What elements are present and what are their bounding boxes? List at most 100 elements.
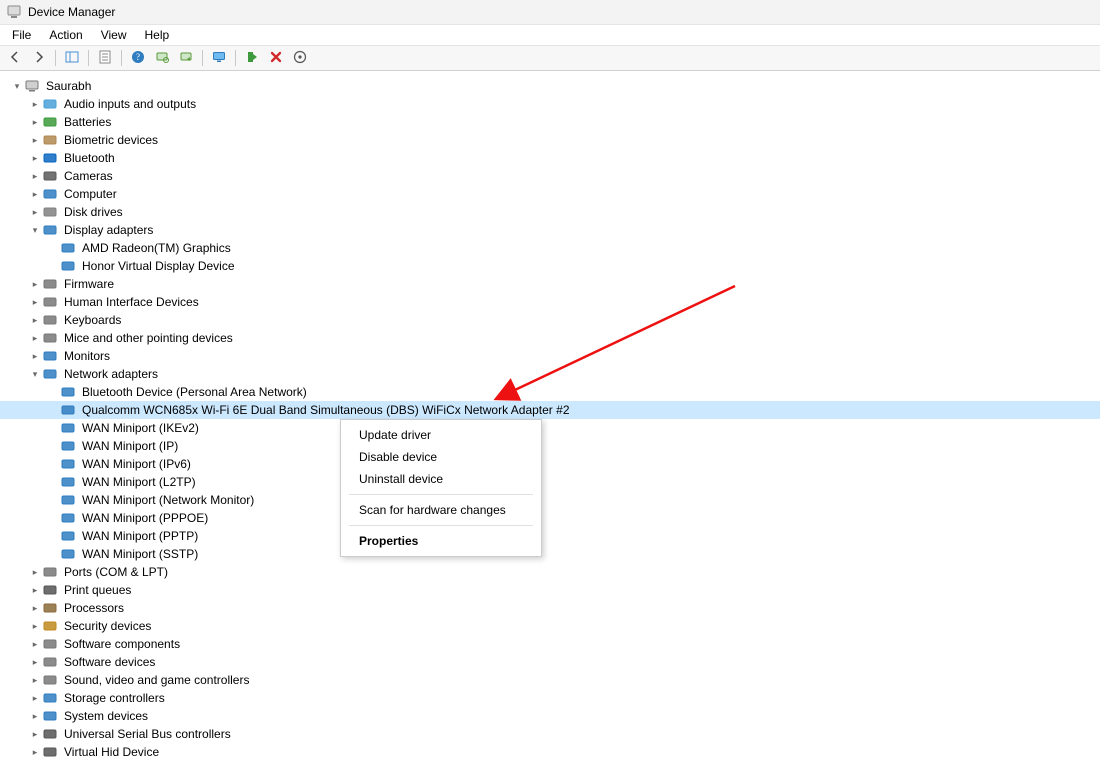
chevron-right-icon[interactable]: ▸ <box>28 745 42 759</box>
chevron-down-icon[interactable]: ▾ <box>28 223 42 237</box>
chevron-right-icon[interactable]: ▸ <box>28 313 42 327</box>
tree-category-firmware[interactable]: ▸ Firmware <box>0 275 1100 293</box>
tree-category-disk[interactable]: ▸Disk drives <box>0 203 1100 221</box>
tree-category-printq[interactable]: ▸Print queues <box>0 581 1100 599</box>
cm-disable-device[interactable]: Disable device <box>341 446 541 468</box>
chevron-right-icon[interactable]: ▸ <box>28 169 42 183</box>
chevron-right-icon[interactable]: ▸ <box>28 187 42 201</box>
toolbar-separator <box>88 50 89 66</box>
tree-category-usb[interactable]: ▸Universal Serial Bus controllers <box>0 725 1100 743</box>
tree-device-wanipv6[interactable]: WAN Miniport (IPv6) <box>0 455 1100 473</box>
tree-device-label: WAN Miniport (IPv6) <box>80 455 193 473</box>
cm-update-driver[interactable]: Update driver <box>341 424 541 446</box>
menu-file[interactable]: File <box>4 26 39 44</box>
chevron-right-icon[interactable]: ▸ <box>28 349 42 363</box>
properties-icon <box>98 50 112 67</box>
tree-category-swdev[interactable]: ▸Software devices <box>0 653 1100 671</box>
tree-category-computer[interactable]: ▸Computer <box>0 185 1100 203</box>
show-hide-console-button[interactable] <box>61 48 83 68</box>
tree-device-honor[interactable]: Honor Virtual Display Device <box>0 257 1100 275</box>
tree-category-swcomp[interactable]: ▸Software components <box>0 635 1100 653</box>
chevron-right-icon[interactable]: ▸ <box>28 601 42 615</box>
tree-category-display[interactable]: ▾Display adapters <box>0 221 1100 239</box>
cm-properties[interactable]: Properties <box>341 530 541 552</box>
tree-category-ports[interactable]: ▸Ports (COM & LPT) <box>0 563 1100 581</box>
nav-back-button[interactable] <box>4 48 26 68</box>
chevron-right-icon[interactable]: ▸ <box>28 151 42 165</box>
chevron-right-icon[interactable]: ▸ <box>28 673 42 687</box>
tree-device-btpan[interactable]: Bluetooth Device (Personal Area Network) <box>0 383 1100 401</box>
tree-root[interactable]: ▾ Saurabh <box>0 77 1100 95</box>
chevron-right-icon[interactable]: ▸ <box>28 205 42 219</box>
device-category-icon <box>42 312 58 328</box>
tree-category-bluetooth[interactable]: ▸Bluetooth <box>0 149 1100 167</box>
tree-category-sound[interactable]: ▸Sound, video and game controllers <box>0 671 1100 689</box>
tree-device-radeon[interactable]: AMD Radeon(TM) Graphics <box>0 239 1100 257</box>
tree-root-label: Saurabh <box>44 77 93 95</box>
tree-device-wanppoe[interactable]: WAN Miniport (PPPOE) <box>0 509 1100 527</box>
tree-category-hid[interactable]: ▸Human Interface Devices <box>0 293 1100 311</box>
tree-category-system[interactable]: ▸System devices <box>0 707 1100 725</box>
tree-device-wanike[interactable]: WAN Miniport (IKEv2) <box>0 419 1100 437</box>
chevron-right-icon[interactable]: ▸ <box>28 331 42 345</box>
uninstall-device-button[interactable] <box>265 48 287 68</box>
device-category-icon <box>42 204 58 220</box>
tree-device-wansstp[interactable]: WAN Miniport (SSTP) <box>0 545 1100 563</box>
tree-category-mice[interactable]: ▸Mice and other pointing devices <box>0 329 1100 347</box>
menu-action[interactable]: Action <box>41 26 90 44</box>
device-category-icon <box>42 726 58 742</box>
tree-category-storage[interactable]: ▸Storage controllers <box>0 689 1100 707</box>
tree-device-wanl2tp[interactable]: WAN Miniport (L2TP) <box>0 473 1100 491</box>
chevron-down-icon[interactable]: ▾ <box>28 367 42 381</box>
nav-forward-button[interactable] <box>28 48 50 68</box>
device-category-icon <box>42 132 58 148</box>
update-driver-button[interactable] <box>175 48 197 68</box>
chevron-right-icon[interactable]: ▸ <box>28 637 42 651</box>
properties-button[interactable] <box>94 48 116 68</box>
tree-device-label: Bluetooth Device (Personal Area Network) <box>80 383 309 401</box>
chevron-down-icon[interactable]: ▾ <box>10 79 24 93</box>
tree-category-network[interactable]: ▾ Network adapters <box>0 365 1100 383</box>
chevron-right-icon[interactable]: ▸ <box>28 133 42 147</box>
tree-device-wifi[interactable]: Qualcomm WCN685x Wi-Fi 6E Dual Band Simu… <box>0 401 1100 419</box>
chevron-right-icon[interactable]: ▸ <box>28 565 42 579</box>
chevron-right-icon[interactable]: ▸ <box>28 727 42 741</box>
menu-view[interactable]: View <box>93 26 135 44</box>
tree-category-audio[interactable]: ▸Audio inputs and outputs <box>0 95 1100 113</box>
tree-device-wannm[interactable]: WAN Miniport (Network Monitor) <box>0 491 1100 509</box>
chevron-right-icon[interactable]: ▸ <box>28 583 42 597</box>
tree-category-cpu[interactable]: ▸Processors <box>0 599 1100 617</box>
device-icon <box>60 438 76 454</box>
tree-category-security[interactable]: ▸Security devices <box>0 617 1100 635</box>
tree-category-vhid[interactable]: ▸Virtual Hid Device <box>0 743 1100 761</box>
tree-device-wanpptp[interactable]: WAN Miniport (PPTP) <box>0 527 1100 545</box>
add-legacy-hardware-button[interactable] <box>289 48 311 68</box>
tree-category-biometric[interactable]: ▸Biometric devices <box>0 131 1100 149</box>
chevron-right-icon[interactable]: ▸ <box>28 277 42 291</box>
cm-uninstall-device[interactable]: Uninstall device <box>341 468 541 490</box>
remote-computer-button[interactable] <box>208 48 230 68</box>
chevron-right-icon[interactable]: ▸ <box>28 295 42 309</box>
chevron-right-icon[interactable]: ▸ <box>28 691 42 705</box>
chevron-right-icon[interactable]: ▸ <box>28 709 42 723</box>
tree-category-batteries[interactable]: ▸Batteries <box>0 113 1100 131</box>
tree-category-keyboards[interactable]: ▸Keyboards <box>0 311 1100 329</box>
chevron-right-icon[interactable]: ▸ <box>28 619 42 633</box>
chevron-right-icon[interactable]: ▸ <box>28 97 42 111</box>
scan-hardware-button[interactable] <box>151 48 173 68</box>
cm-scan-hardware[interactable]: Scan for hardware changes <box>341 499 541 521</box>
tree-category-monitors[interactable]: ▸Monitors <box>0 347 1100 365</box>
device-icon <box>60 492 76 508</box>
chevron-right-icon[interactable]: ▸ <box>28 655 42 669</box>
tree-category-label: Firmware <box>62 275 116 293</box>
help-button[interactable]: ? <box>127 48 149 68</box>
tree-category-label: Network adapters <box>62 365 160 383</box>
enable-device-button[interactable] <box>241 48 263 68</box>
tree-category-cameras[interactable]: ▸Cameras <box>0 167 1100 185</box>
device-category-icon <box>42 744 58 760</box>
console-tree-icon <box>65 50 79 67</box>
tree-device-wanip[interactable]: WAN Miniport (IP) <box>0 437 1100 455</box>
menu-help[interactable]: Help <box>137 26 178 44</box>
chevron-right-icon[interactable]: ▸ <box>28 115 42 129</box>
device-tree[interactable]: ▾ Saurabh ▸Audio inputs and outputs▸Batt… <box>0 71 1100 770</box>
